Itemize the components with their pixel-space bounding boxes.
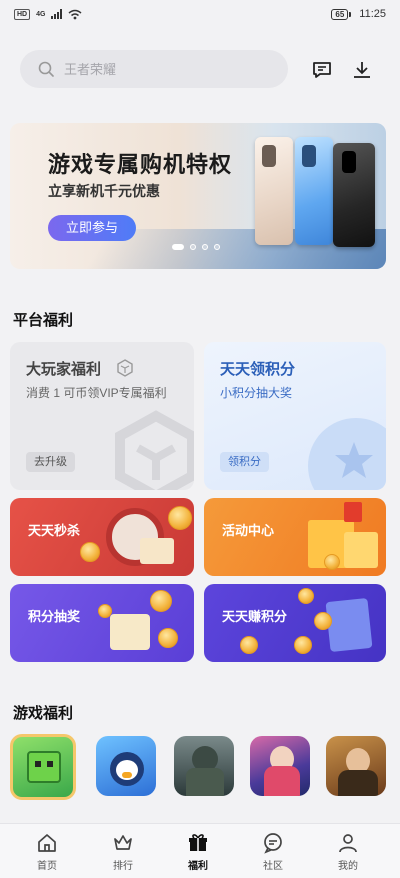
home-icon <box>38 834 56 852</box>
cube-watermark <box>108 408 194 490</box>
status-bar: HD 4G 65 11:25 <box>0 0 400 28</box>
coin-icon <box>298 588 314 604</box>
coin-icon <box>240 636 258 654</box>
signal-icon <box>51 9 63 19</box>
camera-module-3 <box>342 151 356 173</box>
big-player-subtitle: 消费 1 可币领VIP专属福利 <box>26 386 167 400</box>
pagination-dot[interactable] <box>202 244 208 250</box>
hd-badge: HD <box>14 8 31 20</box>
banner-pagination <box>172 244 220 250</box>
banner-join-button[interactable]: 立即参与 <box>48 215 137 241</box>
flash-sale-tile[interactable]: 天天秒杀 <box>10 498 194 576</box>
activity-center-label: 活动中心 <box>222 523 275 538</box>
flash-sale-label: 天天秒杀 <box>28 523 81 538</box>
banner-title: 游戏专属购机特权 <box>48 152 233 177</box>
block-illustration <box>344 532 378 568</box>
prize-box-illustration <box>110 614 150 650</box>
coin-icon <box>324 554 340 570</box>
pagination-dot[interactable] <box>172 244 184 250</box>
pagination-dot[interactable] <box>214 244 220 250</box>
daily-points-subtitle: 小积分抽大奖 <box>220 386 293 400</box>
platform-benefits-title: 平台福利 <box>13 312 74 329</box>
camera-module-1 <box>262 145 276 167</box>
daily-points-card[interactable]: 天天领积分 小积分抽大奖 领积分 <box>204 342 386 490</box>
big-player-card[interactable]: 大玩家福利 消费 1 可币领VIP专属福利 去升级 <box>10 342 194 490</box>
tab-community-label: 社区 <box>263 861 283 872</box>
battery-level: 65 <box>331 8 349 20</box>
user-icon <box>339 834 357 853</box>
gift-icon <box>189 834 207 851</box>
coin-icon <box>98 604 112 618</box>
big-player-title: 大玩家福利 <box>26 361 102 378</box>
activity-center-tile[interactable]: 活动中心 <box>204 498 386 576</box>
star-medal-icon <box>308 418 386 490</box>
camera-module-2 <box>302 145 316 167</box>
coin-icon <box>294 636 312 654</box>
search-row <box>20 50 380 88</box>
tab-benefits-label: 福利 <box>188 861 208 872</box>
search-icon <box>38 61 54 77</box>
coin-icon <box>150 590 172 612</box>
tab-ranking-label: 排行 <box>113 861 133 872</box>
coin-icon <box>158 628 178 648</box>
message-icon[interactable] <box>310 58 334 82</box>
coin-icon <box>80 542 100 562</box>
battery-icon: 65 <box>331 8 352 20</box>
earn-points-tile[interactable]: 天天赚积分 <box>204 584 386 662</box>
points-lottery-tile[interactable]: 积分抽奖 <box>10 584 194 662</box>
vip-cube-icon <box>117 359 133 377</box>
tab-home[interactable]: 首页 <box>17 832 77 872</box>
clock: 11:25 <box>359 8 386 20</box>
download-icon[interactable] <box>350 58 374 82</box>
get-points-button[interactable]: 领积分 <box>220 452 269 472</box>
game-icons-row <box>10 734 390 806</box>
search-box[interactable] <box>20 50 288 88</box>
tab-benefits[interactable]: 福利 <box>168 832 228 872</box>
wifi-icon <box>68 9 82 19</box>
tab-mine[interactable]: 我的 <box>318 832 378 872</box>
coin-icon <box>168 506 192 530</box>
pagination-dot[interactable] <box>190 244 196 250</box>
calendar-illustration <box>325 597 373 653</box>
tab-community[interactable]: 社区 <box>243 832 303 872</box>
search-input[interactable] <box>64 61 264 77</box>
tab-home-label: 首页 <box>37 861 57 872</box>
game-benefits-title: 游戏福利 <box>13 705 74 722</box>
penguin-game-icon[interactable] <box>96 736 156 796</box>
banner-subtitle: 立享新机千元优惠 <box>48 183 160 199</box>
gift-box-illustration <box>140 538 174 564</box>
tab-mine-label: 我的 <box>338 861 358 872</box>
shooter-game-icon[interactable] <box>174 736 234 796</box>
tab-ranking[interactable]: 排行 <box>93 832 153 872</box>
points-lottery-label: 积分抽奖 <box>28 609 81 624</box>
moba-game-icon[interactable] <box>250 736 310 796</box>
crown-icon <box>114 835 132 850</box>
network-type: 4G <box>36 10 46 18</box>
coin-icon <box>314 612 332 630</box>
chat-icon <box>264 833 282 854</box>
upgrade-button[interactable]: 去升级 <box>26 452 75 472</box>
red-envelope-icon <box>344 502 362 522</box>
hero-game-icon[interactable] <box>326 736 386 796</box>
bottom-tab-bar: 首页 排行 福利 社区 我的 <box>0 823 400 878</box>
daily-points-title: 天天领积分 <box>220 361 296 378</box>
mini-world-icon[interactable] <box>10 734 76 800</box>
earn-points-label: 天天赚积分 <box>222 609 288 624</box>
